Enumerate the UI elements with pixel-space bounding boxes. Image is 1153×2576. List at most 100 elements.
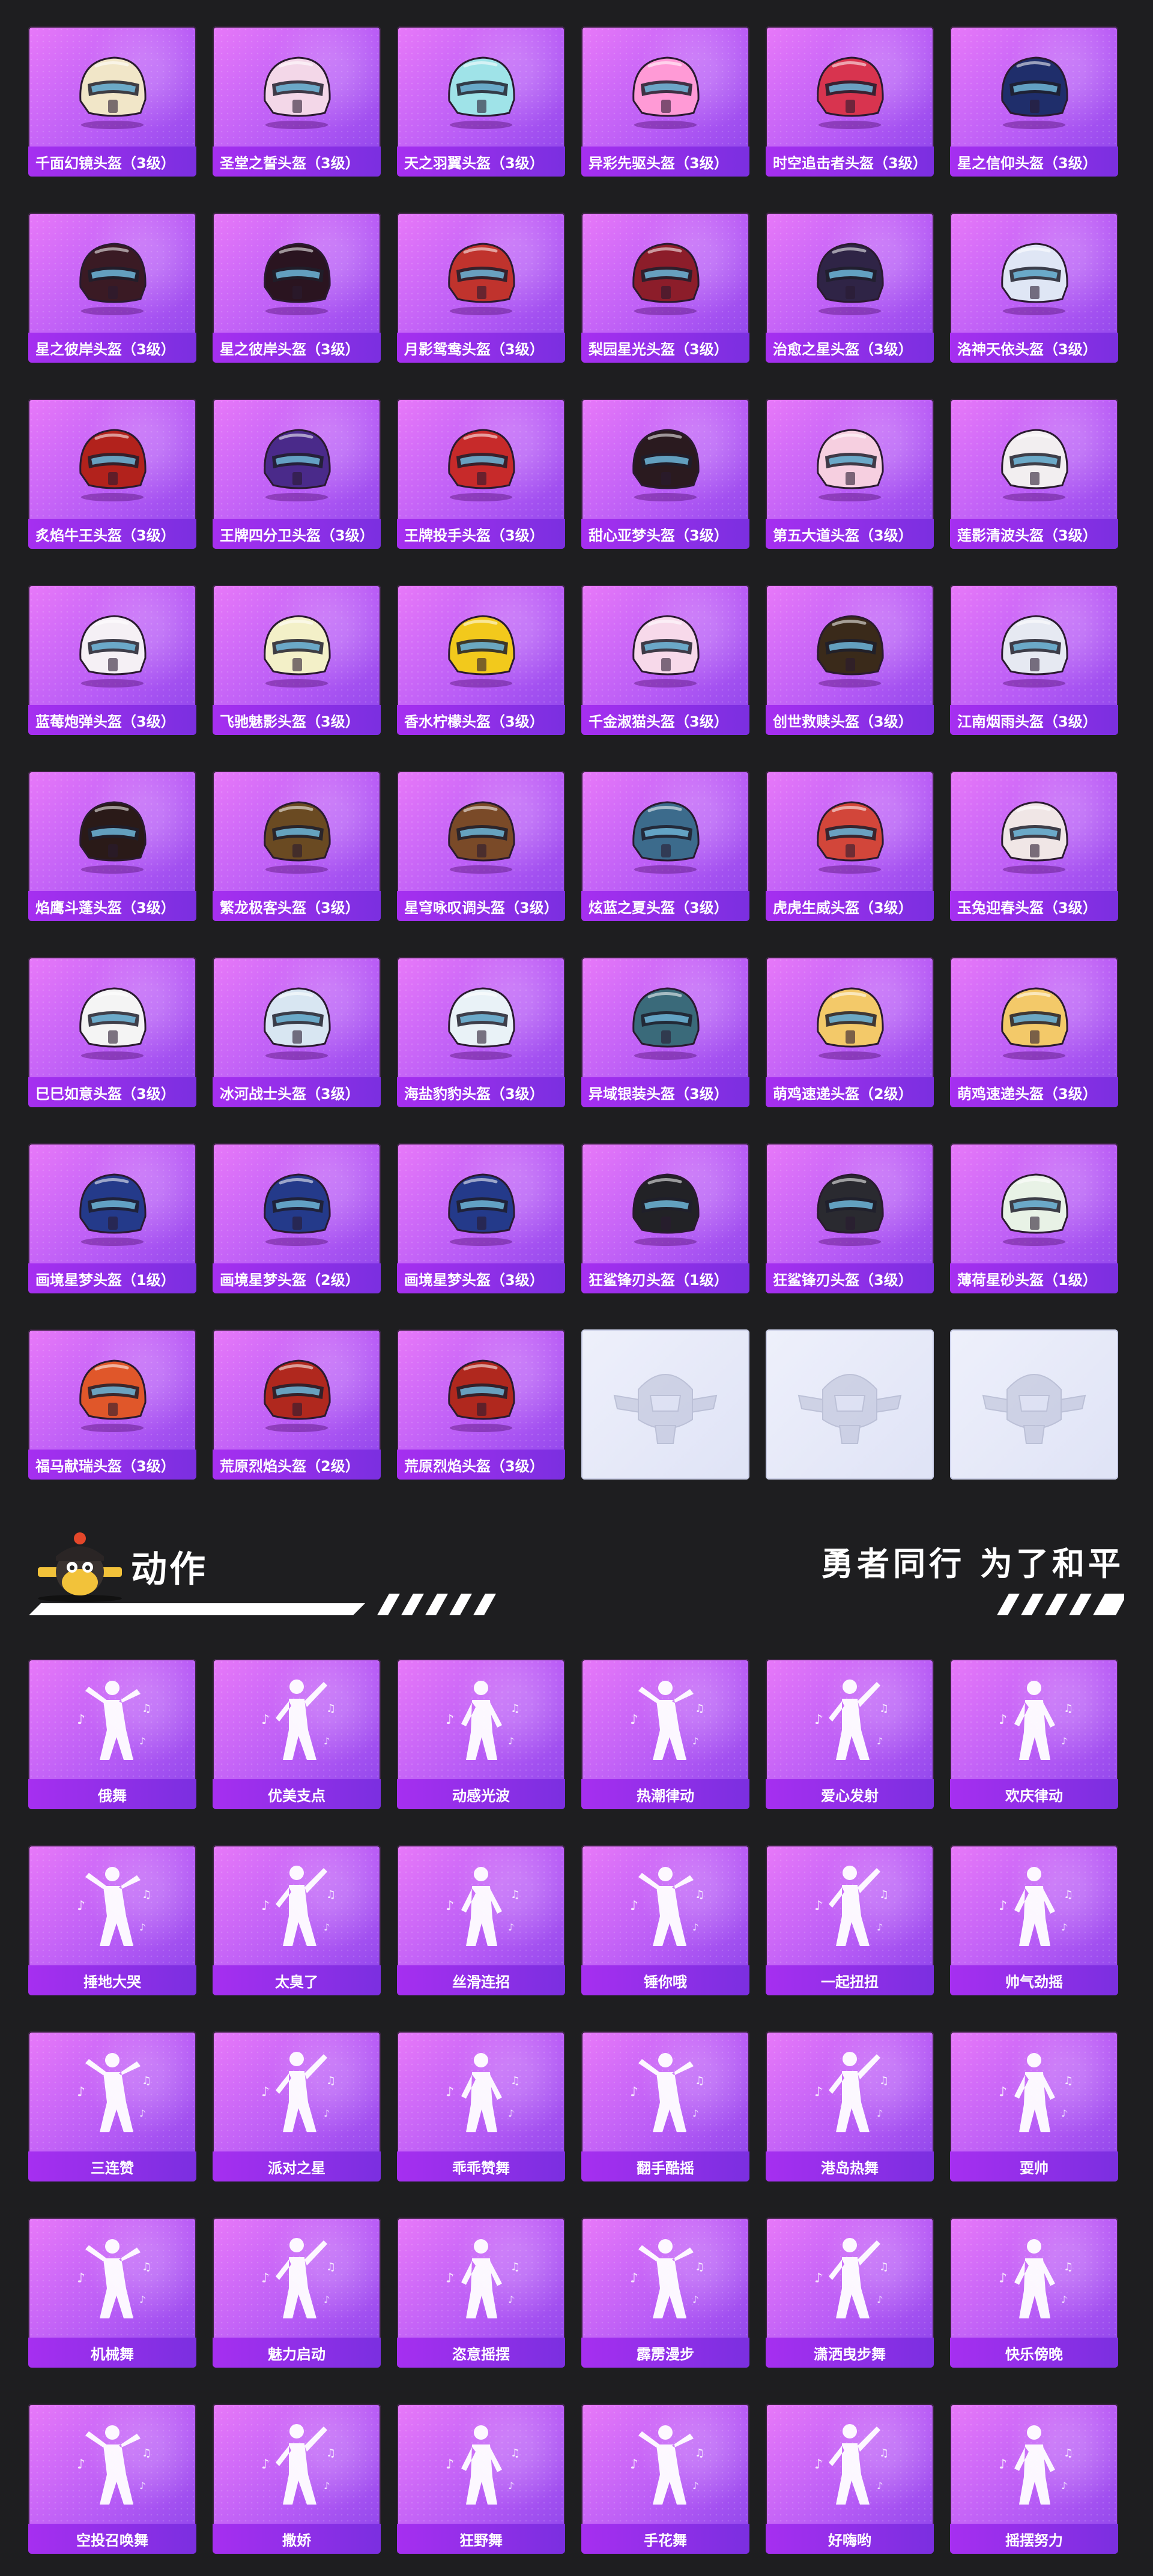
helmet-card[interactable]: 治愈之星头盔（3级） [766, 213, 934, 363]
emote-card[interactable]: ♪ ♫ ♪ 好嗨哟 [766, 2404, 934, 2554]
helmet-card[interactable]: 千面幻镜头盔（3级） [28, 26, 196, 177]
emote-card[interactable]: ♪ ♫ ♪ 优美支点 [213, 1659, 381, 1809]
emote-card[interactable]: ♪ ♫ ♪ 锤你哦 [581, 1845, 749, 1995]
svg-text:♫: ♫ [142, 1888, 151, 1901]
helmet-card[interactable]: 星之彼岸头盔（3级） [213, 213, 381, 363]
helmet-card[interactable]: 天之羽翼头盔（3级） [397, 26, 565, 177]
helmet-card[interactable]: 巳巳如意头盔（3级） [28, 957, 196, 1107]
helmet-card[interactable]: 异域银装头盔（3级） [581, 957, 749, 1107]
helmet-card[interactable]: 莲影清波头盔（3级） [950, 399, 1118, 549]
helmet-card[interactable]: 狂鲨锋刃头盔（3级） [766, 1143, 934, 1293]
helmet-card-label: 荒原烈焰头盔（3级） [397, 1450, 565, 1480]
helmet-card[interactable]: 画境星梦头盔（3级） [397, 1143, 565, 1293]
emote-card[interactable]: ♪ ♫ ♪ 魅力启动 [213, 2218, 381, 2368]
helmet-icon [1001, 615, 1068, 688]
emote-card[interactable]: ♪ ♫ ♪ 摇摆努力 [950, 2404, 1118, 2554]
emote-card[interactable]: ♪ ♫ ♪ 霹雳漫步 [581, 2218, 749, 2368]
emote-silhouette-icon: ♪ ♫ ♪ [630, 2053, 704, 2132]
helmet-card[interactable]: 萌鸡速递头盔（3级） [950, 957, 1118, 1107]
helmet-card[interactable]: 时空追击者头盔（3级） [766, 26, 934, 177]
emote-card[interactable]: ♪ ♫ ♪ 帅气劲摇 [950, 1845, 1118, 1995]
helmet-card[interactable]: 福马献瑞头盔（3级） [28, 1329, 196, 1480]
emote-card[interactable]: ♪ ♫ ♪ 太臭了 [213, 1845, 381, 1995]
helmet-card[interactable]: 荒原烈焰头盔（2级） [213, 1329, 381, 1480]
emote-card[interactable]: ♪ ♫ ♪ 派对之星 [213, 2031, 381, 2181]
helmet-card[interactable]: 江南烟雨头盔（3级） [950, 585, 1118, 735]
svg-text:♫: ♫ [1064, 2075, 1073, 2087]
helmet-icon [817, 243, 884, 315]
helmet-card[interactable]: 香水柠檬头盔（3级） [397, 585, 565, 735]
emote-card[interactable]: ♪ ♫ ♪ 撒娇 [213, 2404, 381, 2554]
helmet-card[interactable]: 玉兔迎春头盔（3级） [950, 771, 1118, 921]
helmet-card[interactable]: 冰河战士头盔（3级） [213, 957, 381, 1107]
emote-card[interactable]: ♪ ♫ ♪ 快乐傍晚 [950, 2218, 1118, 2368]
emote-card[interactable]: ♪ ♫ ♪ 捶地大哭 [28, 1845, 196, 1995]
emote-card[interactable]: ♪ ♫ ♪ 翻手酷摇 [581, 2031, 749, 2181]
helmet-card-label: 创世救赎头盔（3级） [766, 705, 934, 735]
helmet-card[interactable]: 画境星梦头盔（1级） [28, 1143, 196, 1293]
emote-silhouette-icon: ♪ ♫ ♪ [446, 2425, 520, 2505]
emote-card[interactable]: ♪ ♫ ♪ 狂野舞 [397, 2404, 565, 2554]
helmet-card[interactable]: 第五大道头盔（3级） [766, 399, 934, 549]
helmet-card[interactable]: 荒原烈焰头盔（3级） [397, 1329, 565, 1480]
emote-card-label: 一起扭扭 [766, 1965, 934, 1995]
emote-card[interactable]: ♪ ♫ ♪ 港岛热舞 [766, 2031, 934, 2181]
helmet-card-label: 第五大道头盔（3级） [766, 519, 934, 549]
emote-card[interactable]: ♪ ♫ ♪ 动感光波 [397, 1659, 565, 1809]
emote-silhouette-icon: ♪ ♫ ♪ [261, 1866, 336, 1946]
emote-card-label: 派对之星 [213, 2151, 381, 2181]
emote-card[interactable]: ♪ ♫ ♪ 手花舞 [581, 2404, 749, 2554]
emote-card-label: 热潮律动 [581, 1779, 749, 1809]
emote-silhouette-icon: ♪ ♫ ♪ [446, 2053, 520, 2132]
helmet-card[interactable]: 圣堂之誓头盔（3级） [213, 26, 381, 177]
helmet-card[interactable]: 月影鸳鸯头盔（3级） [397, 213, 565, 363]
helmet-card[interactable]: 萌鸡速递头盔（2级） [766, 957, 934, 1107]
emote-card[interactable]: ♪ ♫ ♪ 机械舞 [28, 2218, 196, 2368]
helmet-card[interactable]: 星之彼岸头盔（3级） [28, 213, 196, 363]
helmet-card[interactable]: 繁龙极客头盔（3级） [213, 771, 381, 921]
svg-text:♫: ♫ [510, 2447, 520, 2460]
helmet-card[interactable]: 蓝莓炮弹头盔（3级） [28, 585, 196, 735]
helmet-card-label: 王牌四分卫头盔（3级） [213, 519, 381, 549]
helmet-card[interactable]: 海盐豹豹头盔（3级） [397, 957, 565, 1107]
helmet-card[interactable]: 星之信仰头盔（3级） [950, 26, 1118, 177]
helmet-card[interactable]: 千金淑猫头盔（3级） [581, 585, 749, 735]
helmet-grid: 千面幻镜头盔（3级） 圣堂之誓头盔（3级） 天之羽翼头盔（3级） 异彩先驱头盔（… [28, 26, 1118, 1480]
emote-card[interactable]: ♪ ♫ ♪ 耍帅 [950, 2031, 1118, 2181]
emote-card[interactable]: ♪ ♫ ♪ 欢庆律动 [950, 1659, 1118, 1809]
emote-card[interactable]: ♪ ♫ ♪ 空投召唤舞 [28, 2404, 196, 2554]
helmet-card[interactable]: 洛神天依头盔（3级） [950, 213, 1118, 363]
emote-card[interactable]: ♪ ♫ ♪ 爱心发射 [766, 1659, 934, 1809]
helmet-card[interactable]: 炙焰牛王头盔（3级） [28, 399, 196, 549]
svg-text:♪: ♪ [814, 1899, 823, 1914]
helmet-card[interactable]: 飞驰魅影头盔（3级） [213, 585, 381, 735]
emote-card-label: 撒娇 [213, 2524, 381, 2554]
emote-card[interactable]: ♪ ♫ ♪ 俄舞 [28, 1659, 196, 1809]
helmet-card-label: 千面幻镜头盔（3级） [28, 147, 196, 177]
helmet-card[interactable]: 狂鲨锋刃头盔（1级） [581, 1143, 749, 1293]
helmet-card[interactable]: 梨园星光头盔（3级） [581, 213, 749, 363]
svg-text:♪: ♪ [692, 2480, 698, 2491]
helmet-card[interactable]: 薄荷星砂头盔（1级） [950, 1143, 1118, 1293]
emote-card[interactable]: ♪ ♫ ♪ 恣意摇摆 [397, 2218, 565, 2368]
helmet-card[interactable]: 王牌投手头盔（3级） [397, 399, 565, 549]
helmet-card[interactable]: 焰鹰斗蓬头盔（3级） [28, 771, 196, 921]
helmet-card[interactable]: 炫蓝之夏头盔（3级） [581, 771, 749, 921]
helmet-card[interactable]: 甜心亚梦头盔（3级） [581, 399, 749, 549]
emote-card[interactable]: ♪ ♫ ♪ 丝滑连招 [397, 1845, 565, 1995]
helmet-card-label: 异域银装头盔（3级） [581, 1077, 749, 1107]
helmet-card-label: 画境星梦头盔（2级） [213, 1263, 381, 1293]
emote-card[interactable]: ♪ ♫ ♪ 潇洒曳步舞 [766, 2218, 934, 2368]
emote-card[interactable]: ♪ ♫ ♪ 热潮律动 [581, 1659, 749, 1809]
helmet-card-label: 月影鸳鸯头盔（3级） [397, 333, 565, 363]
helmet-card[interactable]: 星穹咏叹调头盔（3级） [397, 771, 565, 921]
emote-card[interactable]: ♪ ♫ ♪ 乖乖赞舞 [397, 2031, 565, 2181]
helmet-card[interactable]: 王牌四分卫头盔（3级） [213, 399, 381, 549]
svg-text:♪: ♪ [877, 2108, 883, 2119]
helmet-card[interactable]: 虎虎生威头盔（3级） [766, 771, 934, 921]
emote-card[interactable]: ♪ ♫ ♪ 三连赞 [28, 2031, 196, 2181]
helmet-card[interactable]: 创世救赎头盔（3级） [766, 585, 934, 735]
emote-card[interactable]: ♪ ♫ ♪ 一起扭扭 [766, 1845, 934, 1995]
helmet-card[interactable]: 画境星梦头盔（2级） [213, 1143, 381, 1293]
helmet-card[interactable]: 异彩先驱头盔（3级） [581, 26, 749, 177]
